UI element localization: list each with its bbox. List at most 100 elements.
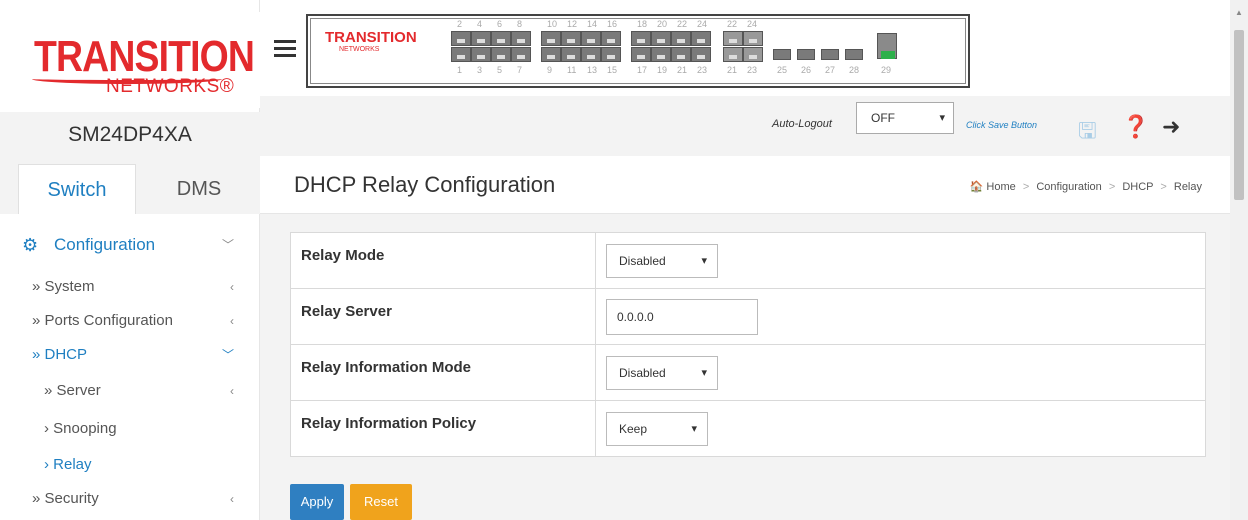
table-row: Relay Server 0.0.0.0 <box>290 288 1206 345</box>
port-number: 22 <box>677 19 688 29</box>
rj45-port[interactable] <box>581 47 601 62</box>
breadcrumb-configuration[interactable]: Configuration <box>1036 181 1101 193</box>
rj45-port[interactable] <box>651 31 671 46</box>
port-number: 16 <box>607 19 618 29</box>
nav-item-label: » Ports Configuration <box>32 312 173 329</box>
device-name: SM24DP4XA <box>0 112 260 158</box>
nav-item-label: » DHCP <box>32 346 88 363</box>
apply-button[interactable]: Apply <box>290 484 344 520</box>
port-number: 2 <box>457 19 463 29</box>
rj45-port[interactable] <box>471 31 491 46</box>
rj45-port[interactable] <box>631 31 651 46</box>
port-number: 27 <box>825 65 836 75</box>
sfp-port[interactable] <box>773 49 791 60</box>
logout-icon[interactable]: ➜ <box>1162 114 1180 140</box>
rj45-port[interactable] <box>451 47 471 62</box>
sfp-port[interactable] <box>821 49 839 60</box>
port-number: 15 <box>607 65 618 75</box>
rj45-port[interactable] <box>651 47 671 62</box>
nav-item-snooping[interactable]: › Snooping <box>0 412 260 446</box>
panel-logo-sub: NETWORKS <box>339 46 380 53</box>
port-number: 22 <box>727 19 738 29</box>
nav-configuration[interactable]: ⚙ Configuration ﹀ <box>0 226 260 264</box>
scroll-thumb[interactable] <box>1234 30 1244 200</box>
table-row: Relay Information Policy Keep ▾ <box>290 400 1206 457</box>
rj45-port[interactable] <box>581 31 601 46</box>
port-number: 7 <box>517 65 523 75</box>
rj45-port[interactable] <box>451 31 471 46</box>
port-number: 5 <box>497 65 503 75</box>
port-number: 23 <box>697 65 708 75</box>
relay-info-mode-value: Disabled <box>619 365 666 380</box>
relay-mode-select[interactable]: Disabled ▾ <box>606 243 718 278</box>
nav-configuration-label: Configuration <box>54 235 156 254</box>
gear-icon: ⚙ <box>22 235 39 255</box>
relay-info-mode-select[interactable]: Disabled ▾ <box>606 355 718 390</box>
combo-port[interactable] <box>723 31 743 46</box>
rj45-port[interactable] <box>631 47 651 62</box>
page-scrollbar[interactable]: ▲ <box>1230 0 1248 520</box>
combo-port[interactable] <box>723 47 743 62</box>
breadcrumb-home[interactable]: Home <box>986 181 1015 193</box>
rj45-port[interactable] <box>561 31 581 46</box>
save-icon[interactable]: 🖫 <box>1078 114 1097 152</box>
breadcrumb-dhcp[interactable]: DHCP <box>1122 181 1153 193</box>
nav-item-label: › Snooping <box>44 420 117 437</box>
rj45-port[interactable] <box>691 31 711 46</box>
reset-button[interactable]: Reset <box>350 484 412 520</box>
sidebar: TRANSITION NETWORKS® SM24DP4XA Switch DM… <box>0 0 262 520</box>
top-header: TRANSITION NETWORKS 2 4 6 8 10 12 14 16 … <box>260 0 1230 156</box>
combo-port[interactable] <box>743 47 763 62</box>
auto-logout-value: OFF <box>871 111 895 125</box>
rj45-port[interactable] <box>561 47 581 62</box>
nav-item-server[interactable]: » Server ‹ <box>0 374 260 408</box>
rj45-port[interactable] <box>541 47 561 62</box>
tab-switch[interactable]: Switch <box>18 164 136 214</box>
relay-info-policy-select[interactable]: Keep ▾ <box>606 411 708 446</box>
rj45-port[interactable] <box>491 47 511 62</box>
nav-item-label: » Server <box>44 382 101 399</box>
nav-item-ports-configuration[interactable]: » Ports Configuration ‹ <box>0 304 260 338</box>
nav-item-dhcp[interactable]: » DHCP ﹀ <box>0 338 260 372</box>
port-number: 12 <box>567 19 578 29</box>
sfp-port[interactable] <box>797 49 815 60</box>
panel-area: TRANSITION NETWORKS 2 4 6 8 10 12 14 16 … <box>260 0 1230 96</box>
relay-server-input[interactable]: 0.0.0.0 <box>606 298 758 335</box>
rj45-port[interactable] <box>491 31 511 46</box>
rj45-port[interactable] <box>511 31 531 46</box>
port-number: 24 <box>697 19 708 29</box>
rj45-port[interactable] <box>671 31 691 46</box>
relay-config-table: Relay Mode Disabled ▾ Relay Server 0.0.0… <box>290 232 1206 457</box>
rj45-port[interactable] <box>601 31 621 46</box>
rj45-port[interactable] <box>671 47 691 62</box>
auto-logout-select[interactable]: OFF ▾ <box>856 102 954 134</box>
scroll-up-icon[interactable]: ▲ <box>1235 8 1243 17</box>
rj45-port[interactable] <box>541 31 561 46</box>
click-save-hint: Click Save Button <box>966 120 1038 130</box>
port-number: 29 <box>881 65 892 75</box>
tab-dms[interactable]: DMS <box>140 164 258 214</box>
chevron-left-icon: ‹ <box>230 314 234 328</box>
chevron-down-icon: ▾ <box>701 366 707 379</box>
rj45-port[interactable] <box>471 47 491 62</box>
nav-item-system[interactable]: » System ‹ <box>0 270 260 304</box>
port-number: 17 <box>637 65 648 75</box>
nav-item-relay[interactable]: › Relay <box>0 448 260 482</box>
help-icon[interactable]: ❓ <box>1122 114 1149 140</box>
sidebar-tabs: Switch DMS <box>0 158 260 214</box>
chevron-down-icon: ﹀ <box>221 348 234 362</box>
rj45-port[interactable] <box>691 47 711 62</box>
table-row: Relay Information Mode Disabled ▾ <box>290 344 1206 401</box>
relay-info-mode-label: Relay Information Mode <box>290 344 596 401</box>
sfp-port[interactable] <box>845 49 863 60</box>
port-number: 28 <box>849 65 860 75</box>
relay-info-policy-value: Keep <box>619 421 648 436</box>
header-toolbar: Auto-Logout OFF ▾ Click Save Button 🖫 ❓ … <box>260 96 1230 156</box>
rj45-port[interactable] <box>511 47 531 62</box>
menu-toggle-icon[interactable] <box>274 40 296 58</box>
chevron-down-icon: ▾ <box>939 112 945 124</box>
nav-item-security[interactable]: » Security ‹ <box>0 482 260 516</box>
rj45-port[interactable] <box>601 47 621 62</box>
combo-port[interactable] <box>743 31 763 46</box>
chevron-down-icon: ▾ <box>691 422 697 435</box>
